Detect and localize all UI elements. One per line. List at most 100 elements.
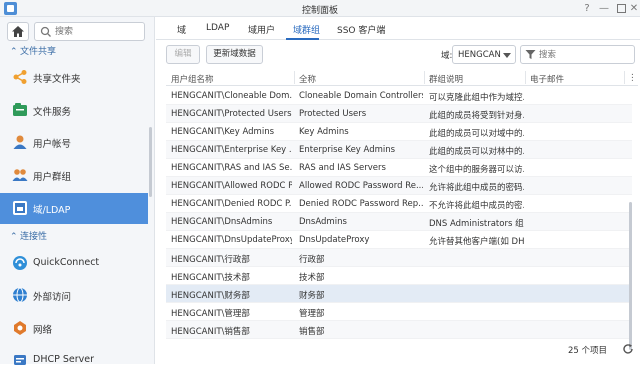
column-divider[interactable] (424, 71, 425, 84)
help-icon[interactable]: ? (580, 2, 594, 15)
description-cell: 允许替其他客户端(如 DH... (429, 237, 524, 247)
table-row[interactable]: HENGCANIT\Cloneable Dom... Cloneable Doma… (166, 87, 632, 105)
full-name-cell: 财务部 (299, 291, 325, 301)
network-icon (14, 321, 26, 335)
column-menu-icon[interactable]: ⋮ (628, 73, 637, 83)
table-row[interactable]: HENGCANIT\销售部 销售部 (166, 321, 632, 339)
full-name-cell: Cloneable Domain Controllers (299, 91, 423, 101)
home-icon (12, 26, 24, 37)
full-name-cell: Protected Users (299, 109, 367, 119)
chevron-up-icon: ⌃ (10, 232, 18, 242)
chevron-up-icon: ⌃ (10, 47, 18, 57)
title-bar: 控制面板 ? — ✕ (0, 0, 640, 17)
quickconnect-icon (13, 256, 27, 270)
maximize-icon[interactable] (614, 2, 628, 15)
shared-folder-icon (13, 70, 27, 84)
table-row[interactable]: HENGCANIT\Allowed RODC P... Allowed RODC … (166, 177, 632, 195)
column-header-description[interactable]: 群组说明 (429, 73, 463, 85)
sidebar-search[interactable] (34, 22, 145, 41)
description-cell: 这个组中的服务器可以访... (429, 165, 524, 175)
full-name-cell: Key Admins (299, 127, 349, 137)
table-row[interactable]: HENGCANIT\技术部 技术部 (166, 267, 632, 285)
update-domain-data-button[interactable]: 更新域数据 (206, 45, 263, 64)
group-name-cell: HENGCANIT\Key Admins (171, 127, 275, 137)
filter-search-input[interactable] (539, 49, 629, 61)
group-name-cell: HENGCANIT\RAS and IAS Se... (171, 163, 292, 173)
sidebar-item-shared-folder[interactable]: 共享文件夹 (0, 62, 148, 92)
filter-icon (525, 50, 536, 59)
domain-groups-table: 用户组名称 全称 群组说明 电子邮件 ⋮ HENGCANIT\Cloneable… (166, 69, 638, 349)
description-cell: 此组的成员可以对域中的... (429, 129, 524, 139)
sidebar: ⌃文件共享 共享文件夹 文件服务 用户帐号 用户群 (0, 17, 155, 365)
description-cell: 允许将此组中成员的密码... (429, 183, 524, 193)
domain-select-value: HENGCAN (458, 50, 501, 60)
column-header-group-name[interactable]: 用户组名称 (171, 73, 214, 85)
full-name-cell: Denied RODC Password Rep... (299, 199, 423, 209)
table-row[interactable]: HENGCANIT\Denied RODC P... Denied RODC Pa… (166, 195, 632, 213)
control-panel-window: 控制面板 ? — ✕ ⌃文件共享 共享文件 (0, 0, 640, 365)
sidebar-item-file-services[interactable]: 文件服务 (0, 95, 148, 125)
section-file-sharing[interactable]: ⌃ 文件共享 (10, 44, 56, 58)
full-name-cell: Enterprise Key Admins (299, 145, 396, 155)
chevron-down-icon (503, 53, 511, 58)
description-cell: 此组的成员将受到针对身... (429, 111, 524, 121)
full-name-cell: 行政部 (299, 255, 325, 265)
sidebar-item-quickconnect[interactable]: QuickConnect (0, 248, 148, 278)
column-divider[interactable] (624, 71, 625, 84)
full-name-cell: RAS and IAS Servers (299, 163, 386, 173)
column-divider[interactable] (294, 71, 295, 84)
table-header: 用户组名称 全称 群组说明 电子邮件 ⋮ (166, 69, 638, 86)
group-name-cell: HENGCANIT\Cloneable Dom... (171, 91, 292, 101)
description-cell: 可以克隆此组中作为域控... (429, 93, 524, 103)
column-header-full-name[interactable]: 全称 (299, 73, 316, 85)
column-header-email[interactable]: 电子邮件 (530, 73, 564, 85)
tab-domain-users[interactable]: 域用户 (248, 23, 275, 36)
full-name-cell: Allowed RODC Password Re... (299, 181, 423, 191)
group-name-cell: HENGCANIT\销售部 (171, 327, 250, 337)
close-icon[interactable]: ✕ (627, 2, 640, 15)
group-name-cell: HENGCANIT\行政部 (171, 255, 250, 265)
sidebar-item-dhcp-server[interactable]: DHCP Server (0, 345, 148, 375)
column-divider[interactable] (525, 71, 526, 84)
sidebar-scrollbar[interactable] (149, 127, 152, 197)
tab-domain-groups[interactable]: 域群组 (293, 23, 320, 36)
home-button[interactable] (7, 22, 29, 41)
refresh-icon[interactable] (622, 343, 634, 355)
table-row[interactable]: HENGCANIT\Protected Users Protected Users… (166, 105, 632, 123)
tab-ldap[interactable]: LDAP (206, 23, 229, 33)
domain-label: 域: (441, 51, 453, 61)
table-scrollbar[interactable] (629, 202, 632, 350)
group-name-cell: HENGCANIT\Protected Users (171, 109, 292, 119)
description-cell: DNS Administrators 组 (429, 219, 524, 229)
filter-search[interactable] (520, 45, 635, 64)
table-row[interactable]: HENGCANIT\Enterprise Key ... Enterprise K… (166, 141, 632, 159)
file-services-icon (13, 103, 27, 116)
section-connectivity[interactable]: ⌃ 连接性 (10, 229, 47, 243)
table-row[interactable]: HENGCANIT\管理部 管理部 (166, 303, 632, 321)
sidebar-item-external-access[interactable]: 外部访问 (0, 280, 148, 310)
edit-button[interactable]: 编辑 (166, 45, 200, 64)
table-row[interactable]: HENGCANIT\财务部 财务部 (166, 285, 632, 303)
tab-sso-client[interactable]: SSO 客户端 (337, 23, 385, 36)
table-row[interactable]: HENGCANIT\DnsAdmins DnsAdmins DNS Administ… (166, 213, 632, 231)
sidebar-item-domain-ldap[interactable]: 域/LDAP (0, 193, 148, 224)
table-row[interactable]: HENGCANIT\Key Admins Key Admins 此组的成员可以对域中… (166, 123, 632, 141)
tab-domain[interactable]: 域 (177, 23, 186, 36)
minimize-icon[interactable]: — (597, 2, 611, 15)
group-name-cell: HENGCANIT\Denied RODC P... (171, 199, 292, 209)
description-cell: 此组的成员可以对林中的... (429, 147, 524, 157)
sidebar-item-network[interactable]: 网络 (0, 313, 148, 343)
group-name-cell: HENGCANIT\Enterprise Key ... (171, 145, 292, 155)
group-name-cell: HENGCANIT\管理部 (171, 309, 250, 319)
table-row[interactable]: HENGCANIT\DnsUpdateProxy DnsUpdateProxy 允许… (166, 231, 632, 249)
sidebar-item-user-accounts[interactable]: 用户帐号 (0, 127, 148, 157)
table-row[interactable]: HENGCANIT\行政部 行政部 (166, 249, 632, 267)
table-row[interactable]: HENGCANIT\RAS and IAS Se... RAS and IAS S… (166, 159, 632, 177)
sidebar-item-user-groups[interactable]: 用户群组 (0, 160, 148, 190)
sidebar-search-input[interactable] (55, 26, 139, 38)
group-name-cell: HENGCANIT\Allowed RODC P... (171, 181, 292, 191)
domain-select[interactable]: HENGCAN (452, 45, 516, 64)
group-name-cell: HENGCANIT\DnsUpdateProxy (171, 235, 292, 245)
full-name-cell: DnsUpdateProxy (299, 235, 370, 245)
full-name-cell: 技术部 (299, 273, 325, 283)
